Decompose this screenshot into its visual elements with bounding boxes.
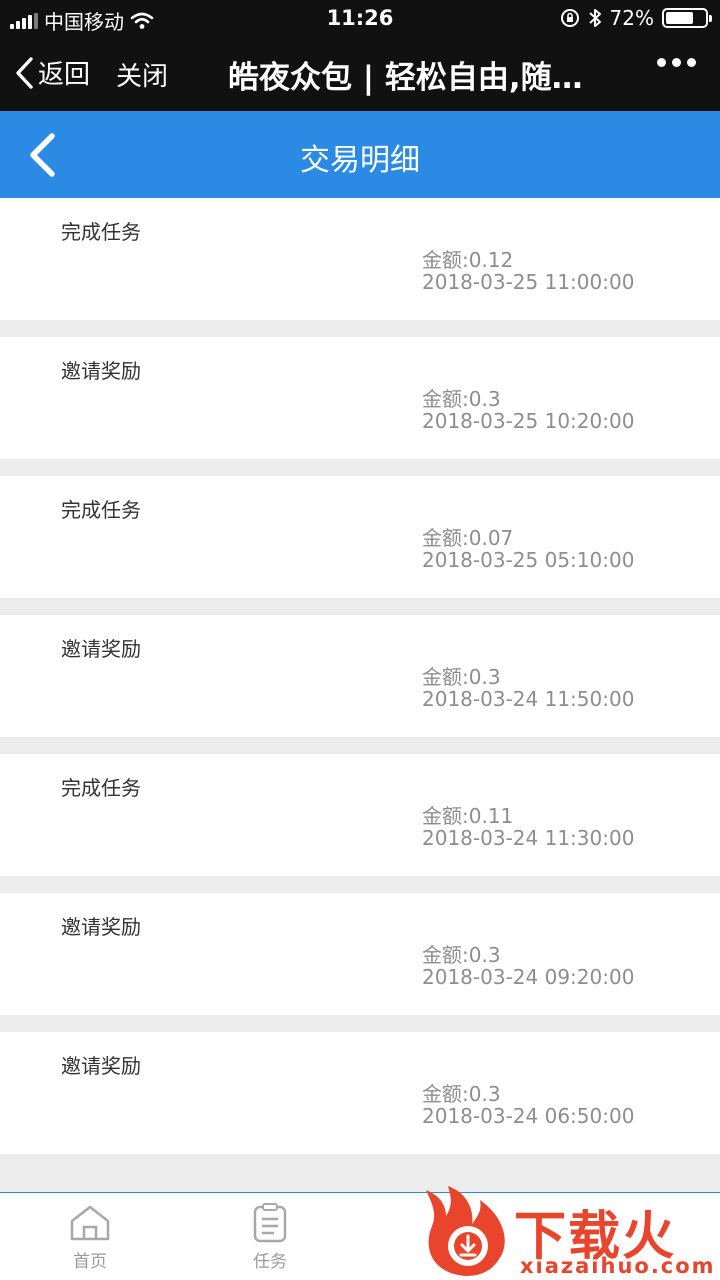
record-item: 完成任务金额:0.07 2018-03-25 05:10:00 [0, 476, 720, 598]
tab-task[interactable]: 任务 [230, 1203, 310, 1272]
page-title: 皓夜众包 | 轻松自由,随… [228, 60, 583, 96]
record-type: 邀请奖励 [61, 637, 141, 661]
watermark-logo: 下载火 xiazaihuo.com [420, 1186, 720, 1280]
record-time: 2018-03-25 10:20:00 [422, 409, 635, 433]
tab-task-label: 任务 [253, 1252, 287, 1272]
battery-icon [662, 8, 712, 28]
record-time: 2018-03-25 11:00:00 [422, 270, 635, 294]
battery-fill [666, 12, 693, 24]
back-label: 返回 [38, 60, 91, 90]
record-amount: 金额:0.07 [422, 526, 514, 550]
record-item: 完成任务金额:0.11 2018-03-24 11:30:00 [0, 754, 720, 876]
record-amount: 金额:0.3 [422, 665, 501, 689]
page-header: 交易明细 [0, 111, 720, 198]
record-amount: 金额:0.12 [422, 248, 514, 272]
record-time: 2018-03-24 09:20:00 [422, 965, 635, 989]
back-button[interactable]: 返回 [14, 54, 90, 91]
record-amount: 金额:0.3 [422, 1082, 501, 1106]
close-button[interactable]: 关闭 [116, 56, 168, 93]
record-type: 邀请奖励 [61, 1054, 141, 1078]
home-icon [70, 1205, 110, 1241]
record-type: 邀请奖励 [61, 915, 141, 939]
rotation-lock-icon [560, 9, 579, 27]
chevron-left-icon [16, 56, 33, 89]
record-type: 完成任务 [61, 220, 141, 244]
flame-logo-icon [426, 1186, 505, 1276]
battery-percent: 72% [609, 6, 654, 30]
transaction-list: 完成任务 金额:0.12 2018-03-25 11:00:00 邀请奖励 金额:0.3… [0, 198, 720, 1171]
record-item: 邀请奖励金额:0.3 2018-03-24 06:50:00 [0, 1032, 720, 1154]
record-item: 邀请奖励金额:0.3 2018-03-25 10:20:00 [0, 337, 720, 459]
record-type: 完成任务 [61, 498, 141, 522]
record-amount: 金额:0.3 [422, 387, 501, 411]
record-time: 2018-03-25 05:10:00 [422, 548, 635, 572]
bluetooth-icon [588, 9, 601, 27]
record-time: 2018-03-24 11:30:00 [422, 826, 635, 850]
more-button[interactable] [657, 58, 696, 67]
wechat-nav-bar: 返回 关闭 皓夜众包 | 轻松自由,随… [0, 36, 720, 111]
record-time: 2018-03-24 11:50:00 [422, 687, 635, 711]
top-bar: 中国移动 11:26 72% 返回 关闭 皓夜众包 | 轻松自由,随… [0, 0, 720, 111]
more-dot-icon [687, 58, 696, 67]
status-bar: 中国移动 11:26 72% [0, 0, 720, 36]
record-item: 邀请奖励金额:0.3 2018-03-24 09:20:00 [0, 893, 720, 1015]
record-time: 2018-03-24 06:50:00 [422, 1104, 635, 1128]
more-dot-icon [672, 58, 681, 67]
status-right: 72% [560, 6, 712, 30]
record-type: 邀请奖励 [61, 359, 141, 383]
more-dot-icon [657, 58, 666, 67]
tab-home-label: 首页 [73, 1252, 107, 1272]
clipboard-icon [253, 1203, 287, 1243]
record-amount: 金额:0.3 [422, 943, 501, 967]
record-amount: 金额:0.11 [422, 804, 514, 828]
watermark-url: xiazaihuo.com [520, 1254, 716, 1278]
header-title: 交易明细 [300, 143, 420, 178]
record-item: 邀请奖励金额:0.3 2018-03-24 11:50:00 [0, 615, 720, 737]
tab-home[interactable]: 首页 [50, 1203, 130, 1272]
record-item: 完成任务金额:0.12 2018-03-25 11:00:00 [0, 198, 720, 320]
record-type: 完成任务 [61, 776, 141, 800]
